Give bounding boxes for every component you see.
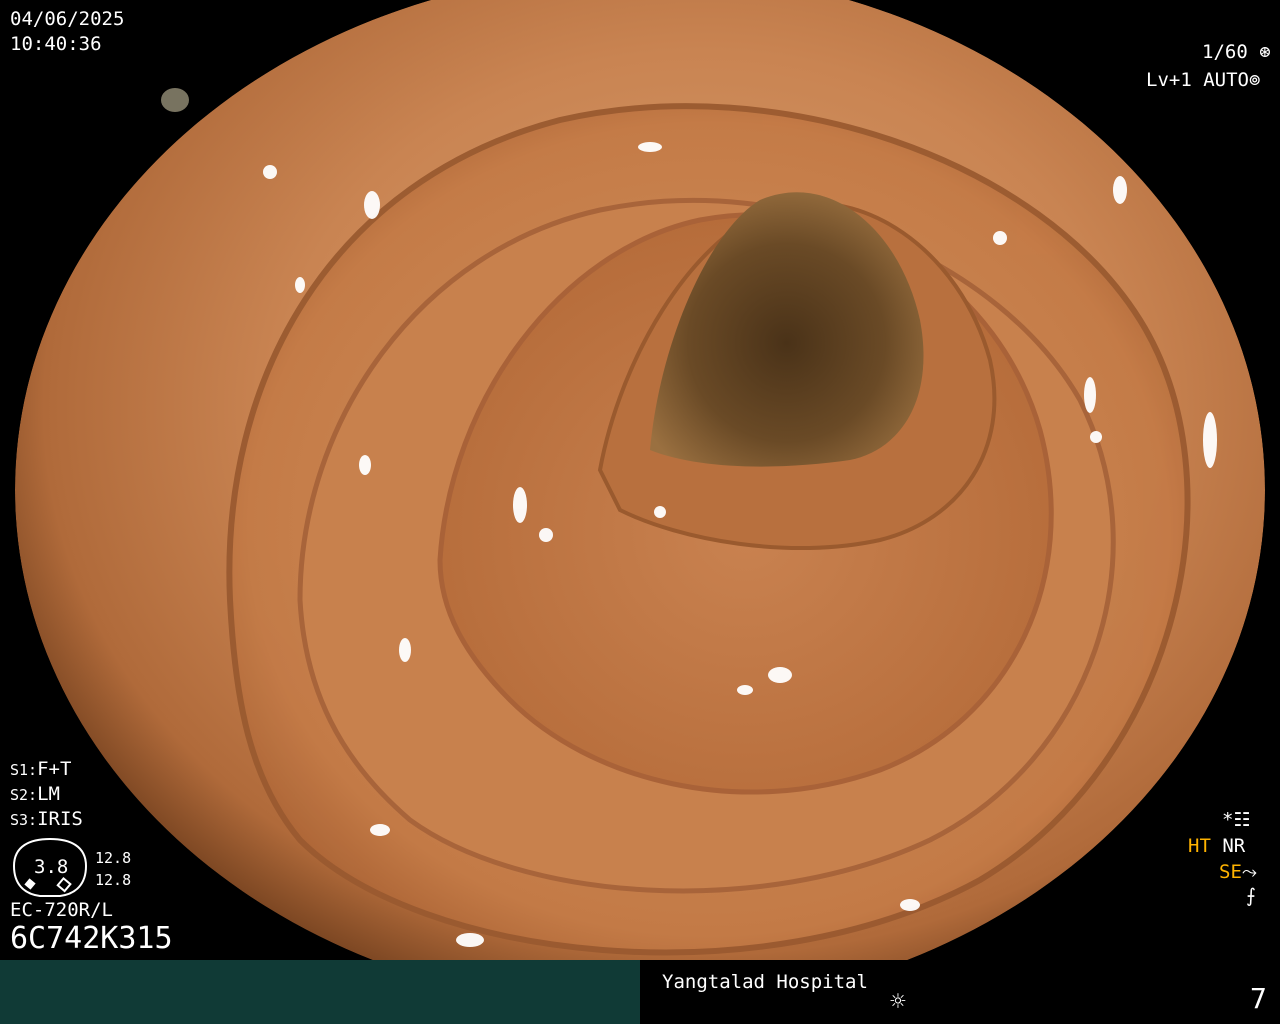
status-bar-right: Yangtalad Hospital ☼ 7 bbox=[640, 960, 1280, 1024]
shutter-speed: 1/60 ⊛ bbox=[1202, 40, 1271, 65]
status-bar: Yangtalad Hospital ☼ 7 bbox=[0, 960, 1280, 1024]
no-flash-icon: ⨍ bbox=[1246, 885, 1256, 907]
se-indicator: SE⤳ bbox=[1219, 860, 1257, 885]
setting-s3: S3:IRIS bbox=[10, 807, 83, 833]
mode-value: AUTO bbox=[1203, 69, 1249, 91]
s2-label: S2: bbox=[10, 786, 38, 804]
scope-model: EC-720R/L bbox=[10, 899, 113, 921]
s3-label: S3: bbox=[10, 811, 38, 829]
level-mode: Lv+1 AUTO⊚ bbox=[1146, 68, 1260, 93]
se-text: SE bbox=[1219, 861, 1242, 883]
image-count: 7 bbox=[1250, 982, 1267, 1015]
aperture-icon: ⊛ bbox=[1259, 41, 1271, 63]
setting-s2: S2:LM bbox=[10, 782, 60, 808]
iris-icon: ⊚ bbox=[1248, 69, 1261, 91]
gauge-value: 3.8 bbox=[34, 856, 69, 878]
level-value: Lv+1 bbox=[1146, 69, 1192, 91]
s3-value: IRIS bbox=[37, 808, 83, 830]
ht-text: HT bbox=[1188, 835, 1211, 857]
shutter-value: 1/60 bbox=[1202, 41, 1248, 63]
asterisk-text: * bbox=[1222, 809, 1234, 831]
setting-s1: S1:F+T bbox=[10, 757, 71, 783]
asterisk-indicator: *☷ bbox=[1222, 808, 1251, 833]
readout-bottom: 12.8 bbox=[95, 871, 132, 889]
s1-value: F+T bbox=[37, 758, 72, 780]
endoscope-view bbox=[0, 0, 1280, 960]
colon-lumen-image bbox=[15, 0, 1265, 960]
nr-text: NR bbox=[1222, 835, 1246, 857]
settings-panel-icon: ☷ bbox=[1233, 809, 1251, 831]
enhance-curve-icon: ⤳ bbox=[1241, 861, 1258, 883]
s1-label: S1: bbox=[10, 761, 38, 779]
hospital-name: Yangtalad Hospital bbox=[662, 971, 868, 993]
scope-serial: 6C742K315 bbox=[10, 921, 173, 956]
readout-top: 12.8 bbox=[95, 849, 132, 867]
ht-nr-indicator: HT NR bbox=[1188, 834, 1245, 859]
sun-icon: ☼ bbox=[890, 987, 906, 1017]
time-text: 10:40:36 bbox=[10, 33, 102, 55]
s2-value: LM bbox=[37, 783, 60, 805]
date-text: 04/06/2025 bbox=[10, 8, 125, 30]
